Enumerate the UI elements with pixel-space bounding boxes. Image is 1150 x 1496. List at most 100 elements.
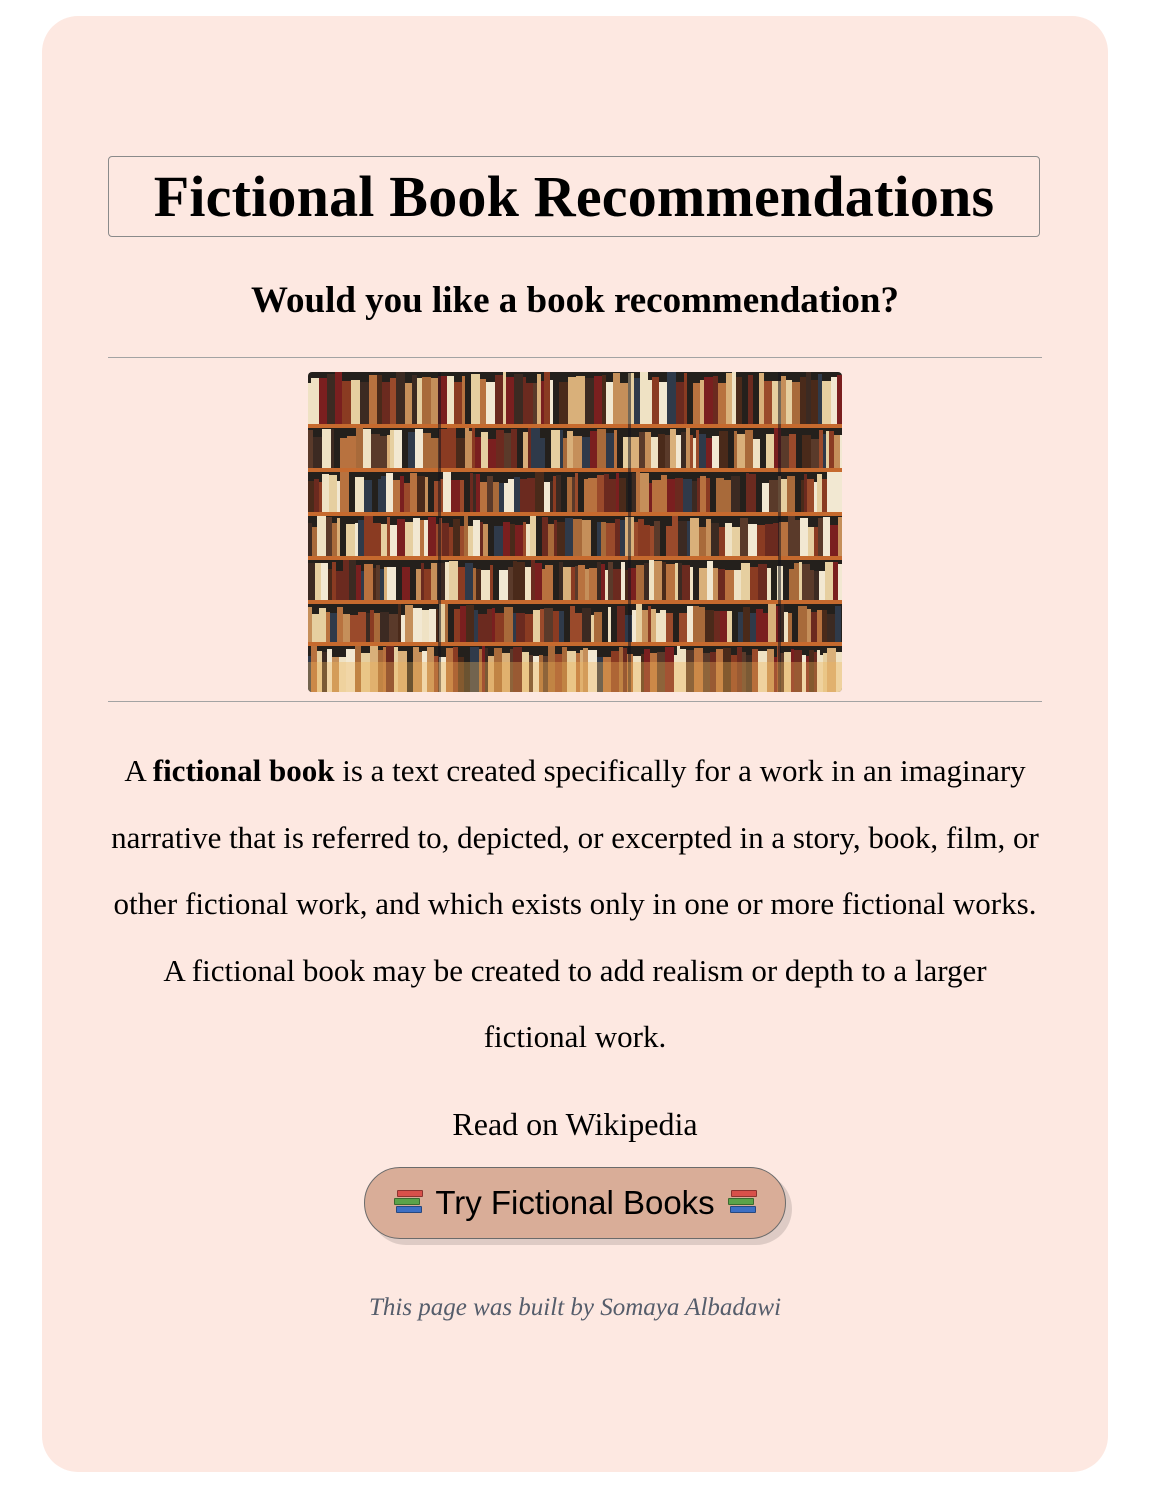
shelf-book (390, 525, 397, 556)
shelf-book (343, 560, 349, 600)
shelf-book (405, 383, 412, 424)
shelf-book (639, 432, 645, 468)
shelf-book (517, 562, 525, 600)
books-icon (727, 1190, 757, 1216)
shelf-book (567, 477, 572, 512)
shelf-book (369, 375, 377, 424)
shelf-book (405, 605, 413, 642)
shelf-book (494, 526, 503, 556)
shelf-book (471, 374, 480, 424)
shelf-book (683, 479, 692, 512)
shelf-book (575, 473, 578, 512)
shelf-book (312, 614, 319, 642)
shelf-book (548, 524, 554, 556)
shelf-book (606, 523, 615, 556)
shelf-book (380, 612, 389, 642)
shelf-book (676, 435, 681, 468)
shelf-plank (308, 468, 842, 472)
shelf-book (504, 483, 508, 512)
shelf-book (466, 605, 474, 642)
shelf-book (424, 520, 428, 556)
shelf-book (833, 562, 838, 600)
shelf-book (662, 562, 666, 600)
shelf-book (687, 521, 690, 556)
shelf-book (535, 472, 544, 512)
shelf-book (835, 606, 841, 642)
shelf-book (799, 562, 802, 600)
shelf-book (578, 565, 585, 600)
shelf-book (640, 372, 648, 424)
shelf-book (429, 609, 436, 642)
shelf-glow (308, 662, 842, 692)
shelf-book (636, 472, 640, 512)
shelf-book (327, 374, 335, 424)
shelf-book (840, 435, 842, 468)
shelf-book (601, 522, 606, 556)
shelf-book (551, 430, 560, 468)
shelf-book (336, 571, 343, 600)
shelf-book (308, 481, 314, 512)
shelf-book (472, 428, 475, 468)
shelf-book (659, 382, 667, 424)
shelf-book (544, 482, 550, 512)
shelf-book (571, 567, 575, 600)
shelf-book (319, 482, 322, 512)
shelf-book (656, 613, 660, 642)
shelf-book (705, 610, 714, 642)
shelf-book (686, 428, 690, 468)
shelf-book (465, 428, 469, 468)
shelf-book (401, 615, 405, 642)
shelf-book (660, 610, 666, 642)
shelf-book (784, 612, 788, 642)
shelf-book (582, 520, 591, 556)
shelf-book (559, 382, 568, 424)
shelf-book (553, 476, 556, 512)
shelf-book (527, 478, 535, 512)
shelf-book (713, 376, 718, 424)
shelf-book (559, 562, 563, 600)
shelf-book (818, 518, 823, 556)
shelf-book (453, 519, 460, 556)
shelf-book (582, 608, 591, 642)
shelf-book (699, 527, 706, 556)
shelf-book (665, 435, 670, 468)
shelf-book (757, 525, 765, 556)
shelf-book (748, 375, 753, 424)
shelf-book (321, 563, 328, 600)
shelf-book (326, 612, 330, 642)
shelf-book (811, 612, 817, 642)
wikipedia-link[interactable]: Read on Wikipedia (108, 1102, 1042, 1146)
shelf-book (340, 438, 347, 468)
description-bold-term: fictional book (152, 753, 335, 788)
shelf-book (554, 520, 557, 556)
shelf-book (807, 609, 811, 642)
shelf-book (476, 474, 480, 512)
shelf-book (396, 372, 405, 424)
shelf-book (620, 383, 628, 424)
shelf-book (651, 437, 658, 468)
shelf-book (810, 570, 814, 600)
shelf-book (800, 377, 806, 424)
shelf-book (442, 523, 449, 556)
shelf-book (781, 479, 787, 512)
shelf-book (781, 436, 789, 468)
shelf-book (693, 606, 699, 642)
shelf-book (381, 476, 386, 512)
shelf-book (317, 516, 326, 556)
try-fictional-books-button[interactable]: Try Fictional Books (364, 1167, 786, 1239)
shelf-book (371, 434, 380, 468)
shelf-book (322, 429, 331, 468)
shelf-book (652, 480, 661, 512)
shelf-book (827, 472, 836, 512)
shelf-book (553, 611, 559, 642)
shelf-book (814, 482, 817, 512)
shelf-book (764, 381, 772, 424)
shelf-book (667, 372, 676, 424)
shelf-book (615, 519, 620, 556)
shelf-book (786, 380, 792, 424)
shelf-book (745, 430, 753, 468)
shelf-book (762, 483, 769, 512)
shelf-book (575, 566, 578, 600)
shelf-book (464, 516, 468, 556)
page-title: Fictional Book Recommendations (153, 163, 995, 229)
